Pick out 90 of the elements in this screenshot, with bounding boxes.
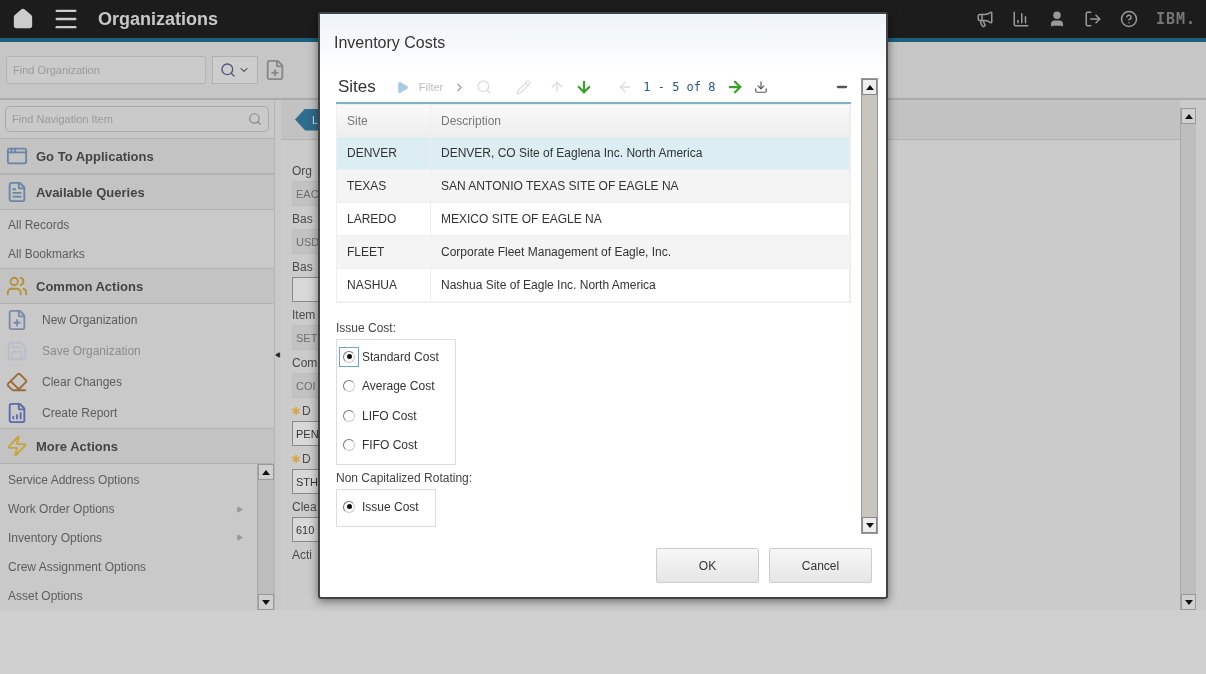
- column-header: Description: [431, 105, 850, 136]
- field-label: Bas: [292, 260, 313, 274]
- sidebar-item[interactable]: Clear Changes: [0, 366, 274, 397]
- section-title: Available Queries: [36, 184, 145, 200]
- section-title: More Actions: [36, 438, 118, 454]
- radio-label[interactable]: Standard Cost: [362, 349, 439, 364]
- radio-label[interactable]: Average Cost: [362, 379, 435, 394]
- search-button[interactable]: [212, 56, 258, 84]
- menu-item[interactable]: Crew Assignment Options: [0, 552, 257, 582]
- radio-button[interactable]: [343, 350, 355, 363]
- section-title: Go To Applications: [36, 148, 154, 164]
- group-label: Issue Cost:: [336, 321, 398, 335]
- section-header[interactable]: Available Queries: [0, 174, 274, 210]
- field-label: Bas: [292, 212, 313, 226]
- radio-label[interactable]: FIFO Cost: [362, 438, 418, 453]
- table-cell: DENVER, CO Site of Eaglena Inc. North America: [431, 137, 850, 169]
- scrollbar[interactable]: [861, 78, 878, 534]
- eraser-icon: [6, 370, 28, 393]
- scroll-down-icon[interactable]: [262, 599, 270, 605]
- section-header[interactable]: More Actions: [0, 428, 274, 464]
- table-title: Sites: [338, 77, 376, 97]
- field-label: Item: [292, 308, 316, 322]
- group-label: Non Capitalized Rotating:: [336, 471, 474, 485]
- scroll-up-icon[interactable]: [1184, 113, 1193, 119]
- scroll-down-icon[interactable]: [1184, 599, 1193, 605]
- scroll-up-icon[interactable]: [262, 469, 270, 475]
- field-label: Clea: [292, 500, 317, 514]
- sidebar-item[interactable]: All Bookmarks: [0, 239, 274, 268]
- radio-button[interactable]: [343, 409, 355, 422]
- window-icon: [6, 145, 28, 167]
- logo: IBM.: [1155, 10, 1196, 28]
- search-icon: [220, 62, 236, 78]
- table-cell: FLEET: [337, 236, 431, 268]
- table-cell: TEXAS: [337, 170, 431, 202]
- people-icon: [6, 275, 28, 297]
- dialog-title: Inventory Costs: [334, 34, 446, 52]
- table-cell: Nashua Site of Eagle Inc. North America: [431, 269, 850, 301]
- app-title: Organizations: [98, 8, 218, 30]
- dialog-button[interactable]: OK: [656, 548, 759, 583]
- logout-icon[interactable]: [1083, 10, 1102, 28]
- section-title: Common Actions: [36, 278, 144, 294]
- menu-item[interactable]: Inventory Options: [0, 523, 257, 553]
- table-cell: DENVER: [337, 137, 431, 169]
- table-cell: Corporate Fleet Management of Eagle, Inc.: [431, 236, 850, 268]
- table-row[interactable]: FLEET Corporate Fleet Management of Eagle, Inc.: [337, 236, 850, 269]
- new-document-icon: [6, 308, 28, 331]
- table-row[interactable]: DENVER DENVER, CO Site of Eaglena Inc. North America: [337, 137, 850, 170]
- section-header[interactable]: Go To Applications: [0, 138, 274, 174]
- field-label: Org: [292, 164, 312, 178]
- field-label: D: [302, 404, 311, 418]
- field-label: Com: [292, 356, 318, 370]
- scrollbar[interactable]: [257, 464, 274, 610]
- download-icon[interactable]: [753, 80, 768, 94]
- radio-button[interactable]: [343, 439, 355, 452]
- table-cell: MEXICO SITE OF EAGLE NA: [431, 203, 850, 235]
- menu-item[interactable]: Asset Options: [0, 581, 257, 610]
- radio-button[interactable]: [343, 500, 355, 513]
- scroll-down-icon[interactable]: [865, 522, 874, 528]
- document-icon: [6, 181, 28, 203]
- submenu-arrow-icon: [236, 534, 243, 542]
- report-icon: [6, 401, 28, 424]
- table-row[interactable]: NASHUA Nashua Site of Eagle Inc. North America: [337, 269, 850, 302]
- sidebar-item[interactable]: All Records: [0, 210, 274, 239]
- sidebar-item[interactable]: New Organization: [0, 304, 274, 335]
- scrollbar[interactable]: [1180, 108, 1196, 610]
- field-label: Acti: [292, 548, 312, 562]
- lightning-icon: [6, 435, 28, 457]
- radio-button[interactable]: [343, 380, 355, 393]
- column-header: Site: [337, 105, 431, 136]
- table-cell: NASHUA: [337, 269, 431, 301]
- radio-label[interactable]: LIFO Cost: [362, 408, 417, 423]
- sidebar-item[interactable]: Create Report: [0, 397, 274, 428]
- table-row[interactable]: TEXAS SAN ANTONIO TEXAS SITE OF EAGLE NA: [337, 170, 850, 203]
- collapse-handle-icon[interactable]: [275, 352, 281, 358]
- megaphone-icon[interactable]: [975, 10, 994, 28]
- bar-chart-icon[interactable]: [1011, 10, 1030, 28]
- dialog-button[interactable]: Cancel: [769, 548, 872, 583]
- menu-item[interactable]: Work Order Options: [0, 494, 257, 524]
- help-icon[interactable]: [1119, 10, 1138, 28]
- scroll-up-icon[interactable]: [865, 84, 874, 90]
- field-label: D: [302, 452, 311, 466]
- section-header[interactable]: Common Actions: [0, 268, 274, 304]
- table-row[interactable]: LAREDO MEXICO SITE OF EAGLE NA: [337, 203, 850, 236]
- search-icon: [248, 112, 262, 126]
- table-cell: SAN ANTONIO TEXAS SITE OF EAGLE NA: [431, 170, 850, 202]
- table-cell: LAREDO: [337, 203, 431, 235]
- menu-item[interactable]: Service Address Options: [0, 466, 257, 495]
- pagination-text: 1 - 5 of 8: [643, 80, 716, 94]
- home-icon[interactable]: [12, 8, 34, 30]
- submenu-arrow-icon: [236, 505, 243, 513]
